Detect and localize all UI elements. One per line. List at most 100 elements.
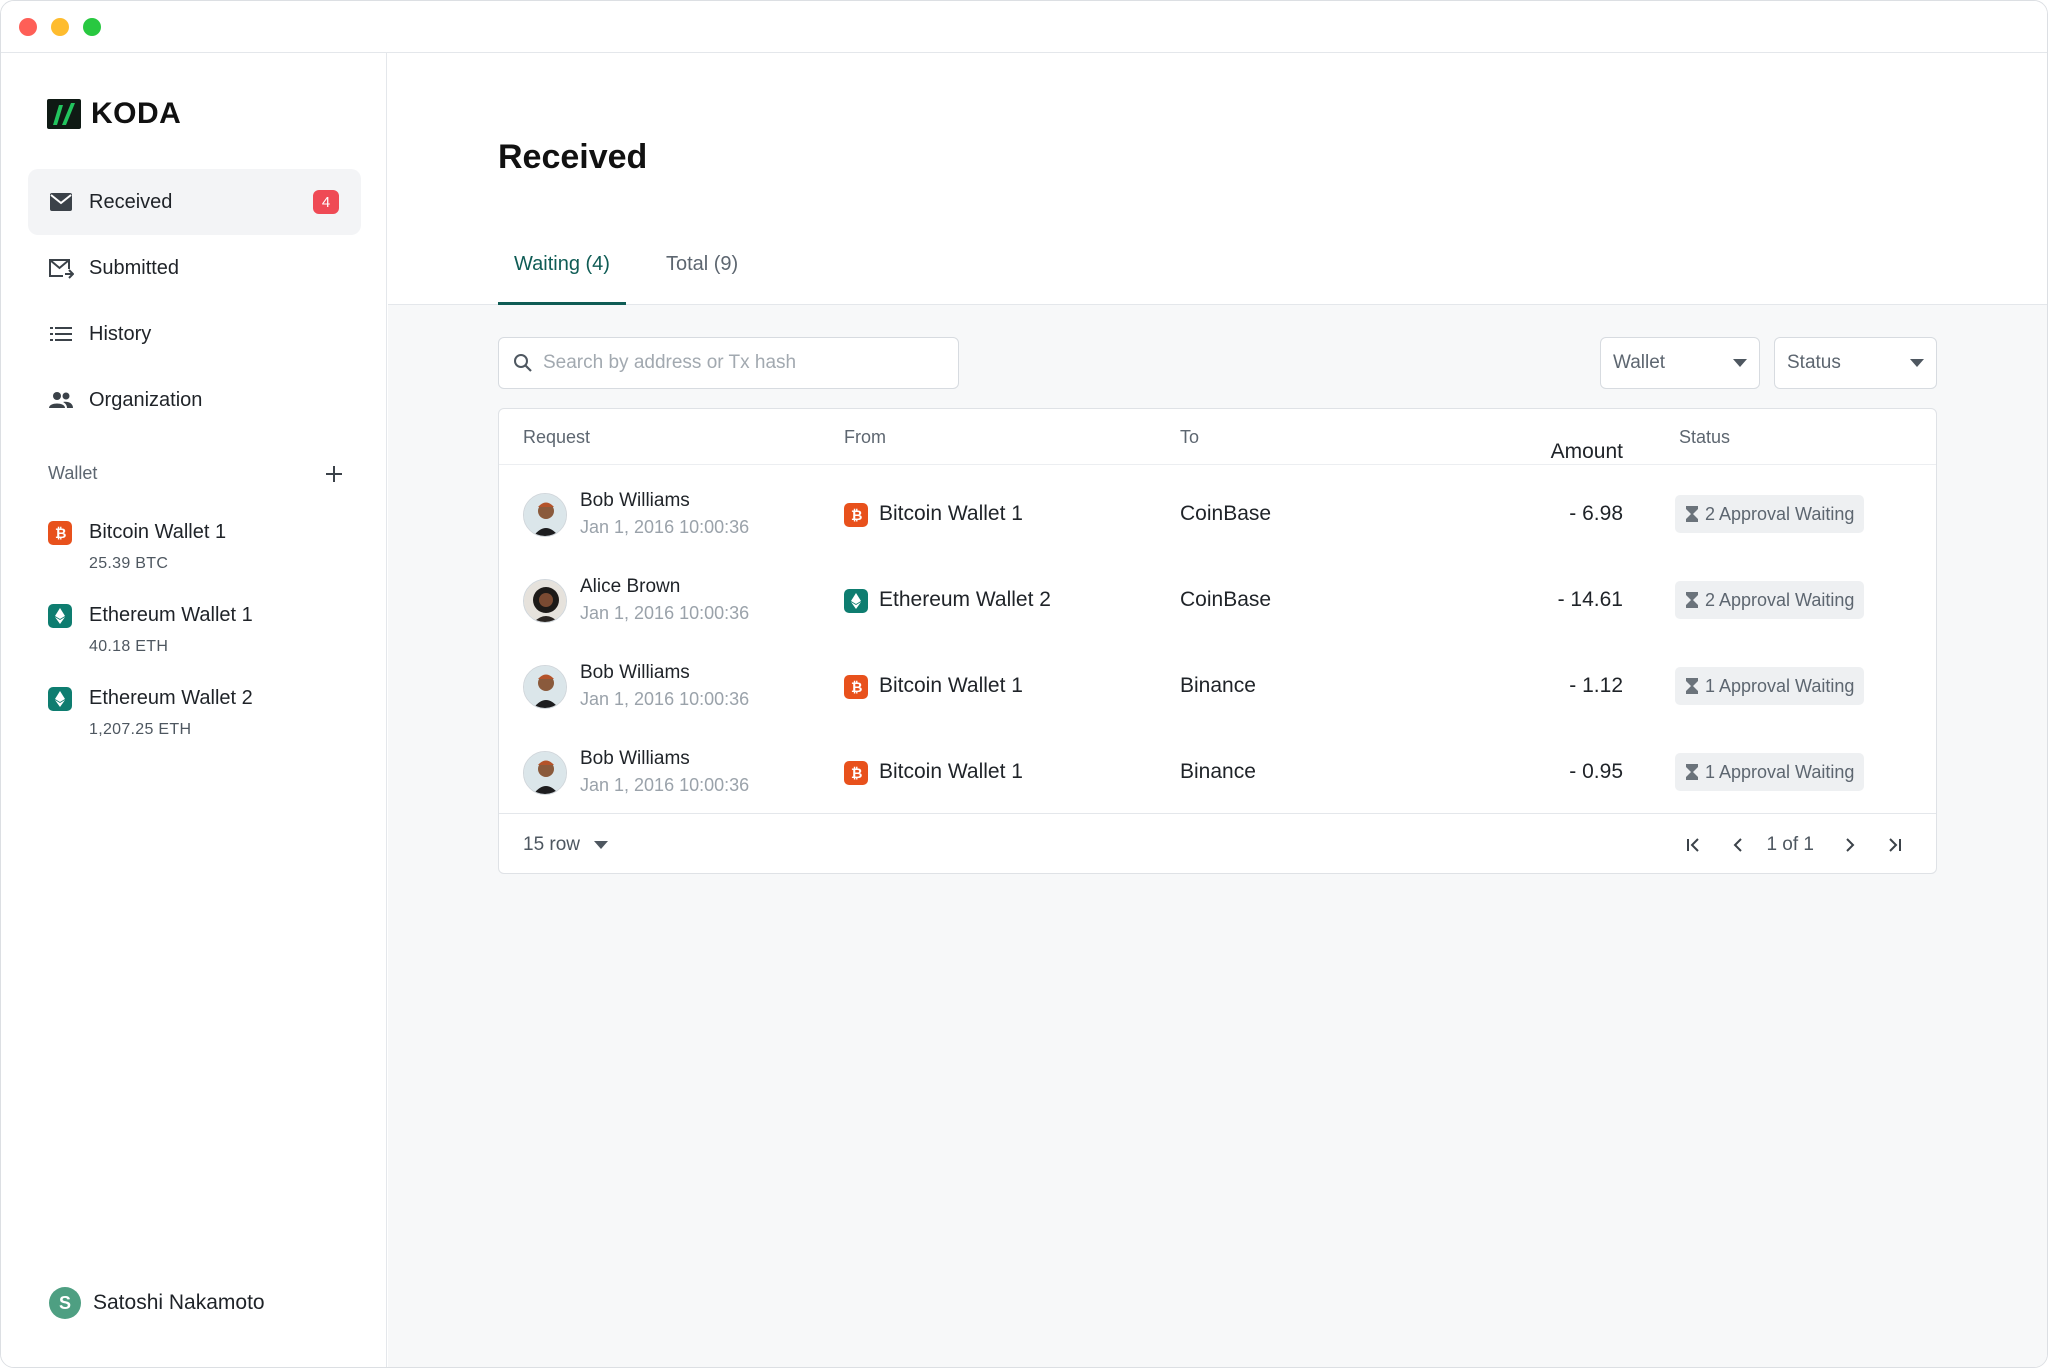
list-icon <box>48 321 74 347</box>
sidebar-item-label: Submitted <box>89 256 180 279</box>
avatar <box>523 751 567 795</box>
koda-logo-icon <box>47 99 81 129</box>
wallet-section-header: Wallet <box>48 463 343 484</box>
request-date: Jan 1, 2016 10:00:36 <box>580 775 750 795</box>
status-filter-label: Status <box>1787 352 1841 373</box>
wallet-name: Bitcoin Wallet 1 <box>89 521 227 543</box>
rows-per-page-label: 15 row <box>523 834 581 855</box>
status-filter-select[interactable]: Status <box>1774 337 1937 389</box>
close-window-button[interactable] <box>19 18 37 36</box>
sidebar-nav: Received 4 Submitted History Organizatio… <box>28 169 361 433</box>
status-badge: 1 Approval Waiting <box>1675 667 1865 705</box>
from-wallet: Bitcoin Wallet 1 <box>879 502 1023 525</box>
svg-text:₿: ₿ <box>851 679 862 695</box>
wallet-balance: 40.18 ETH <box>89 638 169 655</box>
chevron-left-icon <box>1734 838 1743 852</box>
sidebar-item-history[interactable]: History <box>28 301 361 367</box>
column-header-to[interactable]: To <box>1180 427 1199 448</box>
sidebar-item-label: Received <box>89 190 173 213</box>
page-header: Received Waiting (4) Total (9) <box>388 53 2047 305</box>
column-header-from[interactable]: From <box>844 427 886 448</box>
avatar <box>523 493 567 537</box>
amount-value: - 6.98 <box>1569 502 1623 525</box>
status-badge: 2 Approval Waiting <box>1675 495 1865 533</box>
to-destination: Binance <box>1180 760 1256 783</box>
user-profile[interactable]: S Satoshi Nakamoto <box>49 1287 265 1319</box>
to-destination: CoinBase <box>1180 502 1272 525</box>
avatar <box>523 665 567 709</box>
brand-logo[interactable]: KODA <box>47 97 181 131</box>
sidebar-item-organization[interactable]: Organization <box>28 367 361 433</box>
request-date: Jan 1, 2016 10:00:36 <box>580 689 750 709</box>
request-date: Jan 1, 2016 10:00:36 <box>580 603 750 623</box>
page-indicator: 1 of 1 <box>1766 834 1814 855</box>
wallet-name: Ethereum Wallet 1 <box>89 604 253 626</box>
main-content: Received Waiting (4) Total (9) Wallet St… <box>388 53 2047 1367</box>
title-bar <box>1 1 2047 53</box>
last-page-icon <box>1889 838 1901 852</box>
sidebar-item-label: Organization <box>89 388 203 411</box>
requester-name: Bob Williams <box>580 662 690 683</box>
to-destination: CoinBase <box>1180 588 1272 611</box>
search-icon <box>514 354 532 372</box>
received-count-badge: 4 <box>313 190 339 214</box>
table-row[interactable]: Alice Brown Jan 1, 2016 10:00:36 Ethereu… <box>499 557 1936 643</box>
status-badge: 1 Approval Waiting <box>1675 753 1865 791</box>
amount-value: - 14.61 <box>1557 588 1623 611</box>
brand-name: KODA <box>91 97 182 130</box>
status-text: 1 Approval Waiting <box>1705 761 1855 782</box>
requests-table: Request From To Amount Status Bob Willia… <box>498 408 1937 874</box>
page-title: Received <box>498 138 648 176</box>
column-header-request[interactable]: Request <box>523 427 590 448</box>
wallet-filter-select[interactable]: Wallet <box>1600 337 1760 389</box>
table-row[interactable]: Bob Williams Jan 1, 2016 10:00:36 ₿ Bitc… <box>499 729 1936 815</box>
tab-total[interactable]: Total (9) <box>650 247 754 305</box>
svg-text:₿: ₿ <box>55 525 66 541</box>
column-header-amount[interactable]: Amount <box>1551 440 1623 464</box>
requester-name: Bob Williams <box>580 748 690 769</box>
ethereum-icon <box>844 589 868 613</box>
table-row[interactable]: Bob Williams Jan 1, 2016 10:00:36 ₿ Bitc… <box>499 643 1936 729</box>
previous-page-button[interactable] <box>1720 828 1756 862</box>
status-text: 2 Approval Waiting <box>1705 589 1855 610</box>
hourglass-icon <box>1686 678 1698 694</box>
from-wallet: Bitcoin Wallet 1 <box>879 760 1023 783</box>
table-footer: 15 row 1 of 1 <box>499 813 1936 873</box>
maximize-window-button[interactable] <box>83 18 101 36</box>
from-wallet: Bitcoin Wallet 1 <box>879 674 1023 697</box>
svg-text:₿: ₿ <box>851 765 862 781</box>
user-name: Satoshi Nakamoto <box>93 1291 265 1314</box>
column-header-status[interactable]: Status <box>1679 427 1730 448</box>
last-page-button[interactable] <box>1876 828 1912 862</box>
wallet-item-bitcoin-1[interactable]: ₿ Bitcoin Wallet 1 25.39 BTC <box>48 519 348 602</box>
wallet-name: Ethereum Wallet 2 <box>89 687 253 709</box>
from-wallet: Ethereum Wallet 2 <box>879 588 1051 611</box>
wallet-section-label: Wallet <box>48 463 98 483</box>
requester-name: Alice Brown <box>580 576 681 597</box>
status-badge: 2 Approval Waiting <box>1675 581 1865 619</box>
tab-bar: Waiting (4) Total (9) <box>498 247 778 305</box>
pagination: 1 of 1 <box>1668 828 1912 862</box>
wallet-item-ethereum-1[interactable]: Ethereum Wallet 1 40.18 ETH <box>48 602 348 685</box>
svg-text:₿: ₿ <box>851 507 862 523</box>
table-row[interactable]: Bob Williams Jan 1, 2016 10:00:36 ₿ Bitc… <box>499 471 1936 557</box>
bitcoin-icon: ₿ <box>844 503 868 527</box>
rows-per-page-select[interactable]: 15 row <box>523 834 609 856</box>
ethereum-icon <box>48 687 72 711</box>
hourglass-icon <box>1686 592 1698 608</box>
first-page-button[interactable] <box>1676 828 1712 862</box>
tab-waiting[interactable]: Waiting (4) <box>498 247 626 305</box>
search-input[interactable] <box>543 352 943 374</box>
sidebar-item-label: History <box>89 322 152 345</box>
wallet-item-ethereum-2[interactable]: Ethereum Wallet 2 1,207.25 ETH <box>48 685 348 768</box>
sidebar-item-submitted[interactable]: Submitted <box>28 235 361 301</box>
search-box[interactable] <box>498 337 959 389</box>
avatar: S <box>49 1287 81 1319</box>
next-page-button[interactable] <box>1832 828 1868 862</box>
sidebar-item-received[interactable]: Received 4 <box>28 169 361 235</box>
requester-name: Bob Williams <box>580 490 690 511</box>
minimize-window-button[interactable] <box>51 18 69 36</box>
mail-icon <box>48 189 74 215</box>
people-icon <box>48 387 74 413</box>
add-wallet-button[interactable] <box>325 464 343 484</box>
